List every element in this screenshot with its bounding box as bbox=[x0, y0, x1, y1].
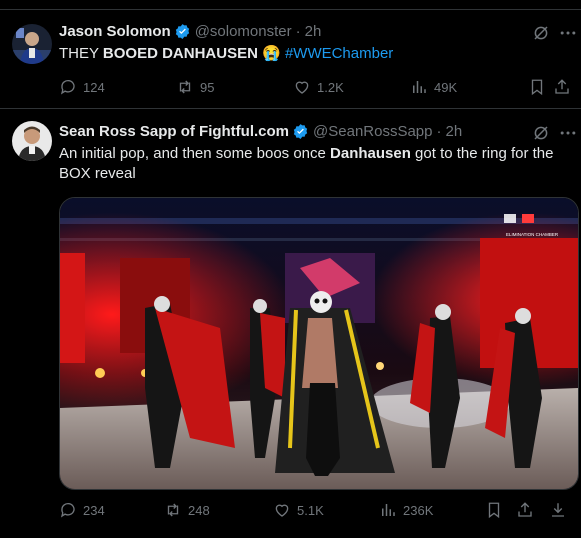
bookmark-icon[interactable] bbox=[528, 78, 546, 96]
download-icon[interactable] bbox=[549, 501, 567, 519]
share-icon[interactable] bbox=[553, 78, 571, 96]
more-icon[interactable] bbox=[558, 23, 578, 43]
timestamp[interactable]: 2h bbox=[305, 23, 322, 40]
more-icon[interactable] bbox=[558, 123, 578, 143]
like-icon bbox=[275, 504, 289, 517]
like-count: 5.1K bbox=[297, 502, 324, 518]
tweet-text-line2: BOX reveal bbox=[59, 165, 136, 182]
views-icon bbox=[413, 81, 426, 93]
tweet-text-bold: Danhausen bbox=[330, 145, 411, 162]
crying-emoji: 😭 bbox=[257, 45, 285, 62]
action-bar: 124 95 1.2K 49K bbox=[59, 78, 571, 98]
repost-icon bbox=[179, 80, 191, 94]
like-button[interactable]: 5.1K bbox=[273, 501, 324, 519]
tweet-text-part: An initial pop, and then some boos once bbox=[59, 145, 331, 162]
tweet-text: An initial pop, and then some boos once … bbox=[59, 144, 574, 184]
reply-button[interactable]: 124 bbox=[59, 78, 105, 96]
grok-icon[interactable] bbox=[532, 24, 550, 42]
views-count: 49K bbox=[434, 79, 458, 95]
views-count: 236K bbox=[403, 502, 434, 518]
avatar[interactable] bbox=[12, 121, 52, 161]
repost-icon bbox=[167, 503, 179, 517]
action-bar: 234 248 5.1K 236K bbox=[59, 501, 571, 521]
reply-count: 124 bbox=[83, 79, 105, 95]
like-button[interactable]: 1.2K bbox=[293, 78, 344, 96]
author-handle[interactable]: @solomonster bbox=[195, 23, 292, 40]
hashtag-link[interactable]: #WWEChamber bbox=[285, 45, 393, 62]
media-logo-text: ELIMINATION CHAMBER bbox=[506, 232, 559, 237]
top-divider bbox=[0, 0, 581, 10]
reply-button[interactable]: 234 bbox=[59, 501, 105, 519]
video-media[interactable]: ELIMINATION CHAMBER bbox=[59, 197, 579, 490]
tweet-text-part: got to the ring for the bbox=[410, 145, 554, 162]
grok-icon[interactable] bbox=[532, 124, 550, 142]
repost-button[interactable]: 248 bbox=[164, 501, 210, 519]
tweet-sean-ross-sapp[interactable]: Sean Ross Sapp of Fightful.com @SeanRoss… bbox=[0, 109, 581, 538]
author-name[interactable]: Jason Solomon bbox=[59, 23, 171, 40]
reply-icon bbox=[60, 79, 75, 95]
verified-badge-icon bbox=[293, 123, 308, 139]
wrestling-stage-image: ELIMINATION CHAMBER bbox=[60, 198, 578, 489]
separator-dot: · bbox=[436, 122, 442, 140]
tweet-text-part: THEY bbox=[59, 45, 103, 62]
timestamp[interactable]: 2h bbox=[446, 123, 463, 140]
author-name[interactable]: Sean Ross Sapp of Fightful.com bbox=[59, 123, 289, 140]
repost-count: 95 bbox=[200, 79, 215, 95]
verified-badge-icon bbox=[175, 23, 189, 39]
like-count: 1.2K bbox=[317, 79, 344, 95]
tweet-jason-solomon[interactable]: Jason Solomon @solomonster · 2h THEY BOO… bbox=[0, 10, 581, 109]
reply-icon bbox=[60, 502, 75, 518]
separator-dot: · bbox=[295, 22, 301, 40]
tweet-text: THEY BOOED DANHAUSEN 😭 #WWEChamber bbox=[59, 44, 393, 64]
views-button[interactable]: 49K bbox=[410, 78, 457, 96]
tweet-header: Jason Solomon @solomonster · 2h bbox=[59, 21, 321, 41]
share-icon[interactable] bbox=[516, 501, 534, 519]
tweet-text-bold: BOOED DANHAUSEN bbox=[102, 45, 258, 62]
tweet-header: Sean Ross Sapp of Fightful.com @SeanRoss… bbox=[59, 121, 462, 141]
views-icon bbox=[382, 504, 395, 516]
bookmark-icon[interactable] bbox=[485, 501, 503, 519]
author-handle[interactable]: @SeanRossSapp bbox=[313, 123, 432, 140]
repost-count: 248 bbox=[188, 502, 210, 518]
reply-count: 234 bbox=[83, 502, 105, 518]
views-button[interactable]: 236K bbox=[379, 501, 433, 519]
like-icon bbox=[295, 81, 309, 94]
avatar[interactable] bbox=[12, 24, 52, 64]
repost-button[interactable]: 95 bbox=[176, 78, 214, 96]
